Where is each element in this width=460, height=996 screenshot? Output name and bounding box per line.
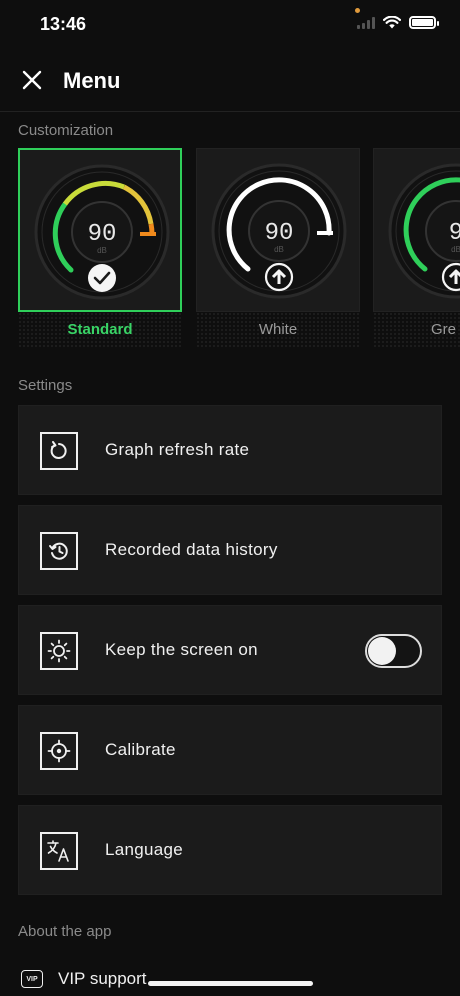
theme-value-green: 9 [449, 220, 460, 247]
theme-label-green: Gre [373, 312, 460, 348]
theme-label-white: White [196, 312, 360, 348]
close-icon [22, 70, 42, 90]
theme-unit-standard: dB [97, 246, 107, 255]
wifi-icon [383, 16, 401, 29]
close-button[interactable] [18, 66, 46, 94]
theme-card-white[interactable]: 90 dB White [196, 148, 360, 348]
brightness-icon [40, 632, 78, 670]
status-time: 13:46 [40, 14, 87, 34]
setting-label: Calibrate [105, 740, 176, 759]
vip-support-label: VIP support [58, 969, 147, 988]
home-indicator[interactable] [148, 981, 313, 986]
theme-unit-white: dB [274, 245, 284, 254]
theme-label-standard: Standard [18, 312, 182, 348]
refresh-icon [40, 432, 78, 470]
theme-value-standard: 90 [88, 221, 117, 248]
settings-section-title: Settings [18, 377, 73, 394]
setting-recorded-data-history[interactable]: Recorded data history [18, 505, 442, 595]
setting-language[interactable]: Language [18, 805, 442, 895]
translate-icon [40, 832, 78, 870]
setting-label: Keep the screen on [105, 640, 258, 659]
theme-card-green[interactable]: 9 dB Gre [373, 148, 460, 348]
history-icon [40, 532, 78, 570]
toggle-knob [368, 637, 396, 665]
battery-icon [409, 16, 439, 29]
theme-card-standard[interactable]: 90 dB Standard [18, 148, 182, 348]
status-icons [357, 16, 439, 29]
setting-label: Recorded data history [105, 540, 278, 559]
theme-value-white: 90 [265, 220, 294, 247]
checkmark-badge [88, 264, 116, 292]
gauge-preview: 9 dB [388, 163, 460, 299]
gauge-preview: 90 dB [34, 164, 170, 300]
setting-graph-refresh-rate[interactable]: Graph refresh rate [18, 405, 442, 495]
setting-label: Graph refresh rate [105, 440, 250, 459]
theme-preview-white: 90 dB [196, 148, 360, 312]
theme-preview-standard: 90 dB [18, 148, 182, 312]
setting-label: Language [105, 840, 184, 859]
vip-icon: VIP [21, 970, 43, 988]
customization-section-title: Customization [18, 122, 114, 139]
theme-carousel[interactable]: 90 dB Standard 90 dB White 9 dB Gre [0, 148, 460, 348]
setting-calibrate[interactable]: Calibrate [18, 705, 442, 795]
cellular-signal-icon [357, 16, 375, 29]
keep-screen-on-toggle[interactable] [365, 634, 422, 668]
gauge-preview: 90 dB [211, 163, 347, 299]
theme-unit-green: dB [451, 245, 460, 254]
status-bar: 13:46 [0, 0, 460, 50]
menu-header: Menu [0, 56, 460, 112]
about-section-title: About the app [18, 923, 112, 940]
page-title: Menu [63, 68, 121, 93]
crosshair-icon [40, 732, 78, 770]
theme-preview-green: 9 dB [373, 148, 460, 312]
privacy-indicator-dot [355, 8, 360, 13]
setting-keep-screen-on[interactable]: Keep the screen on [18, 605, 442, 695]
